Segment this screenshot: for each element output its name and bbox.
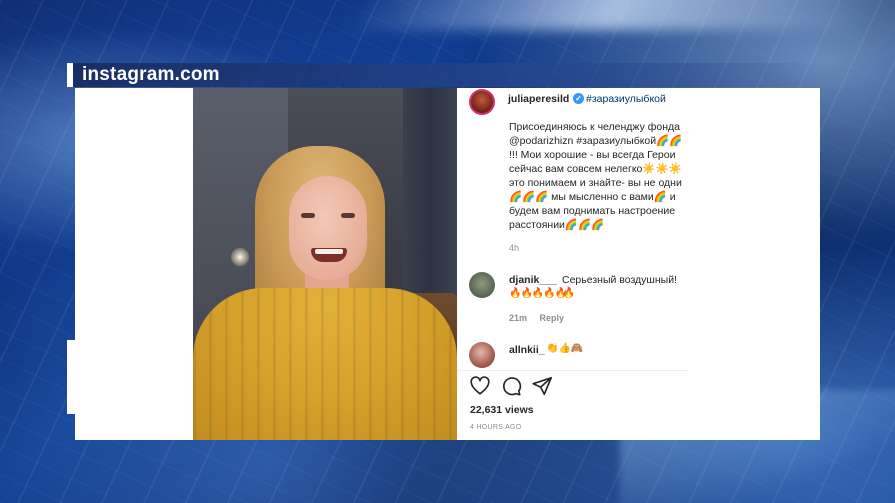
comment-avatar[interactable] [469, 342, 495, 368]
post-timestamp: 4 HOURS AGO [470, 424, 522, 431]
header-hashtag[interactable]: #заразиулыбкой [586, 93, 666, 105]
video-person-eye [301, 213, 315, 218]
comment-meta: 21m Reply [509, 313, 574, 323]
background-glow [342, 0, 895, 30]
post-side-panel: juliaperesild ✓ #заразиулыбкой Присоедин… [457, 88, 688, 440]
paper-plane-icon[interactable] [531, 375, 553, 397]
comment-username[interactable]: allnkii_ [509, 344, 545, 356]
heart-icon[interactable] [469, 375, 491, 397]
card-edge [67, 340, 75, 414]
video-person-sweater [193, 288, 457, 440]
post-header: juliaperesild ✓ #заразиулыбкой [457, 88, 688, 116]
comment-emoji: 🔥🔥🔥🔥🔥 [509, 288, 567, 299]
video-person-face [289, 176, 367, 280]
video-person-eye [341, 213, 355, 218]
video-person-teeth [315, 249, 343, 254]
comment-text: Серьезный воздушный!🔥 [562, 274, 677, 299]
video-light [231, 248, 249, 266]
reply-button[interactable]: Reply [540, 313, 565, 323]
comment-username[interactable]: djanik___ [509, 274, 557, 286]
view-count: 22,631 views [470, 404, 534, 416]
comment-avatar[interactable] [469, 272, 495, 298]
divider [457, 370, 688, 371]
post-video[interactable] [193, 88, 457, 440]
comment-time: 21m [509, 313, 528, 323]
author-username[interactable]: juliaperesild [508, 93, 569, 105]
author-avatar[interactable] [469, 89, 495, 115]
comment-bubble-icon[interactable] [500, 375, 522, 397]
source-label: instagram.com [82, 64, 220, 85]
source-banner-accent [67, 63, 73, 87]
post-actions [469, 375, 589, 399]
caption-time: 4h [509, 243, 520, 253]
comment-emoji: 👏👍🙈 [546, 343, 584, 354]
post-caption: Присоединяюсь к челенджу фонда @podarizh… [509, 121, 683, 231]
verified-badge-icon: ✓ [573, 93, 584, 104]
